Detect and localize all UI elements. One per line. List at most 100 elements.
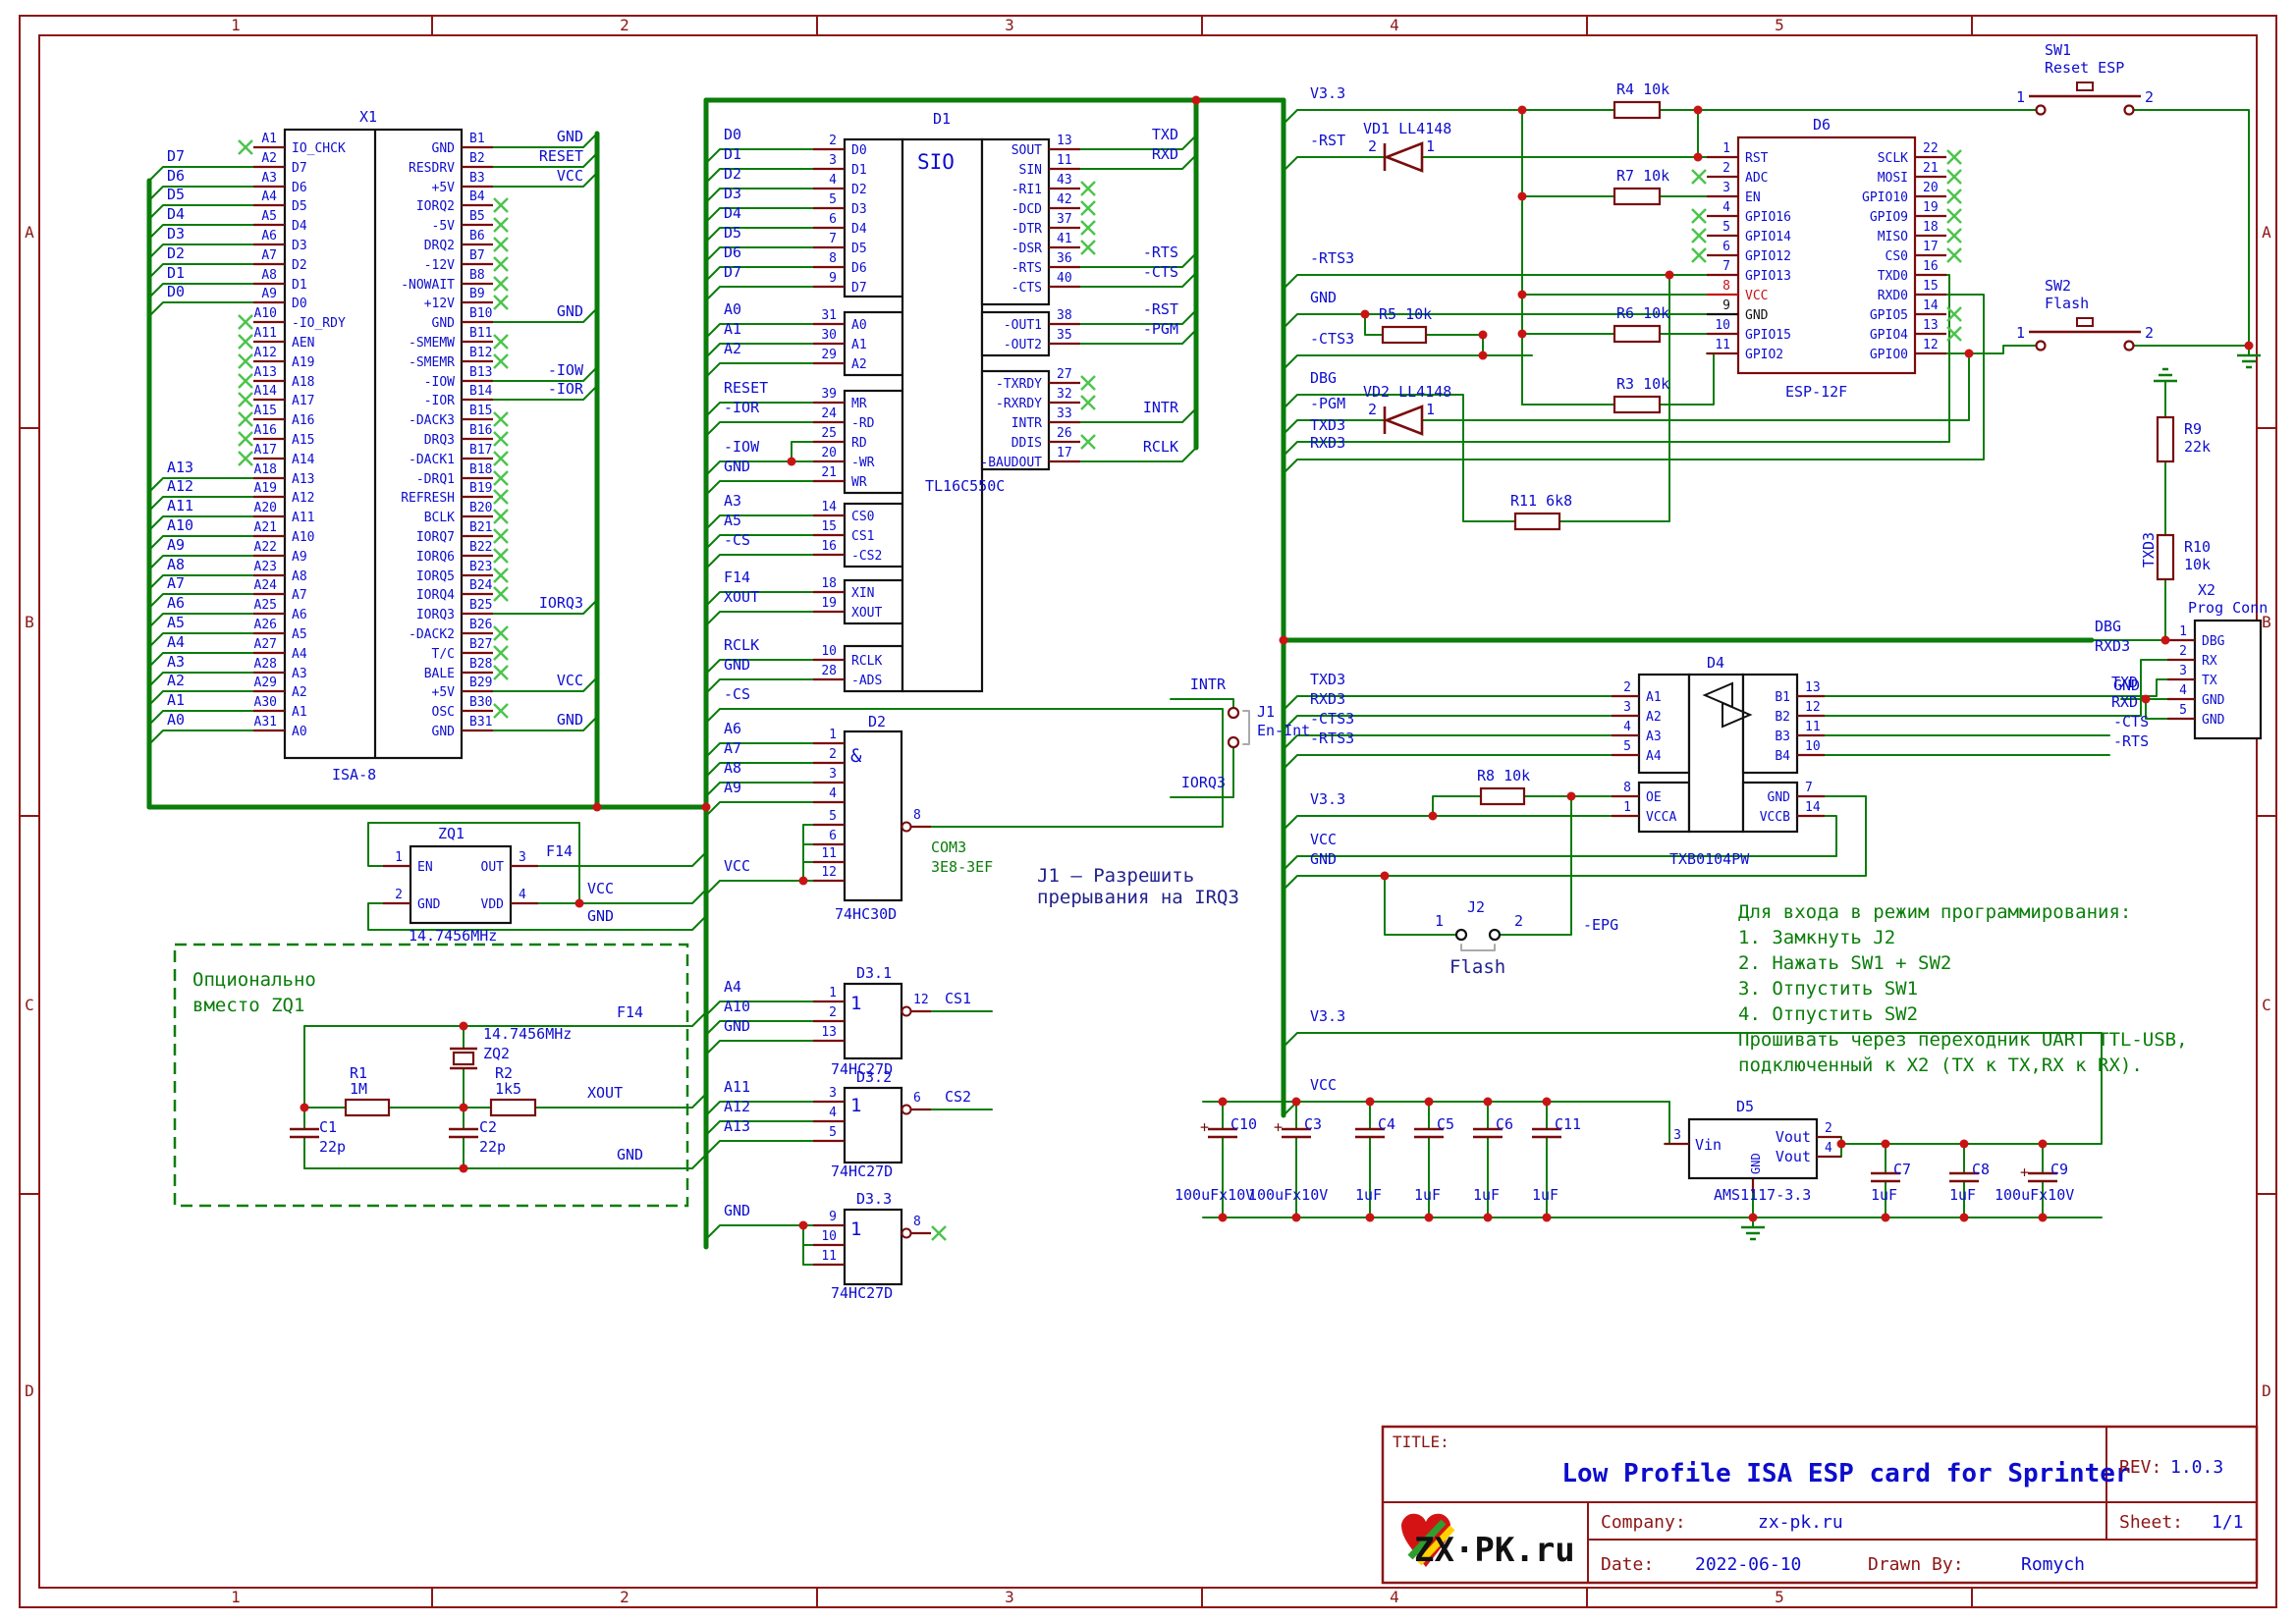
- net-label[interactable]: A4: [724, 978, 741, 996]
- net-label[interactable]: -IOW: [724, 438, 760, 456]
- jumper-j2-flash[interactable]: [1456, 930, 1500, 950]
- net-label[interactable]: D4: [724, 204, 741, 222]
- net-label[interactable]: A8: [724, 759, 741, 777]
- net-label[interactable]: -PGM: [1143, 320, 1178, 338]
- net-label[interactable]: V3.3: [1310, 84, 1345, 102]
- net-label[interactable]: A12: [167, 477, 193, 495]
- net-label[interactable]: D0: [167, 283, 185, 300]
- net-label[interactable]: RXD: [2111, 693, 2138, 711]
- net-label[interactable]: IORQ3: [539, 594, 583, 612]
- net-label[interactable]: VCC: [1310, 831, 1337, 848]
- net-label[interactable]: TXD3: [2140, 532, 2158, 568]
- jumper-j1-en-int[interactable]: [1229, 708, 1249, 747]
- net-label[interactable]: D1: [167, 264, 185, 282]
- cap-c11[interactable]: C111uF: [1532, 1115, 1581, 1204]
- net-label[interactable]: XOUT: [587, 1084, 623, 1102]
- net-label[interactable]: V3.3: [1310, 790, 1345, 808]
- ic-d6-esp12f[interactable]: D6ESP-12F1RST2ADC3EN4GPIO165GPIO146GPIO1…: [1692, 116, 1961, 401]
- net-label[interactable]: GND: [2113, 676, 2140, 694]
- net-label[interactable]: A4: [167, 633, 185, 651]
- net-label[interactable]: 1: [2016, 88, 2025, 106]
- net-label[interactable]: -CTS: [1143, 263, 1178, 281]
- net-label[interactable]: A12: [724, 1098, 750, 1115]
- net-label[interactable]: -RTS: [1143, 243, 1178, 261]
- net-label[interactable]: A2: [167, 672, 185, 689]
- net-label[interactable]: GND: [587, 907, 614, 925]
- net-label[interactable]: RXD3: [1310, 690, 1345, 708]
- cap-c6[interactable]: C61uF: [1473, 1115, 1513, 1204]
- net-label[interactable]: F14: [724, 568, 750, 586]
- cap-c10[interactable]: C10+100uFx10V: [1175, 1115, 1257, 1204]
- net-label[interactable]: -RTS3: [1310, 730, 1354, 747]
- net-label[interactable]: A1: [724, 320, 741, 338]
- net-label[interactable]: A1: [167, 691, 185, 709]
- resistor-r5[interactable]: R5 10k: [1379, 305, 1432, 343]
- net-label[interactable]: D5: [167, 186, 185, 203]
- net-label[interactable]: GND: [724, 1017, 750, 1035]
- net-label[interactable]: DBG: [2095, 618, 2121, 635]
- net-label[interactable]: 1: [2016, 324, 2025, 342]
- net-label[interactable]: RCLK: [1143, 438, 1178, 456]
- net-label[interactable]: -IOR: [548, 380, 584, 398]
- ic-d3-2-74hc27[interactable]: D3.2174HC27D3456: [813, 1068, 931, 1180]
- cap-c2[interactable]: C222p: [449, 1118, 506, 1156]
- net-label[interactable]: 2: [2145, 88, 2154, 106]
- net-label[interactable]: VCC: [557, 672, 583, 689]
- crystal-zq2[interactable]: 14.7456MHzZQ2: [450, 1025, 572, 1068]
- resistor-r11[interactable]: R11 6k8: [1510, 492, 1572, 529]
- net-label[interactable]: GND: [557, 128, 583, 145]
- net-label[interactable]: TXD3: [1310, 416, 1345, 434]
- cap-c4[interactable]: C41uF: [1355, 1115, 1395, 1204]
- net-label[interactable]: VCC: [557, 167, 583, 185]
- net-label[interactable]: 2: [2145, 324, 2154, 342]
- net-label[interactable]: GND: [1310, 850, 1337, 868]
- net-label[interactable]: GND: [1310, 289, 1337, 306]
- net-label[interactable]: GND: [617, 1146, 643, 1163]
- resistor-r3[interactable]: R3 10k: [1614, 375, 1669, 412]
- net-label[interactable]: TXD: [1152, 126, 1178, 143]
- net-label[interactable]: A7: [167, 574, 185, 592]
- net-label[interactable]: A0: [724, 300, 741, 318]
- net-label[interactable]: 2: [1514, 912, 1523, 930]
- ic-x2-prog-conn[interactable]: X2Prog Conn1DBG2RX3TX4GND5GND: [2167, 581, 2268, 738]
- net-label[interactable]: -EPG: [1583, 916, 1618, 934]
- net-label[interactable]: RCLK: [724, 636, 759, 654]
- ic-d4-txb0104[interactable]: D4TXB0104PW2A13A24A35A48OE1VCCA13B112B21…: [1612, 654, 1825, 868]
- resistor-r4[interactable]: R4 10k: [1614, 81, 1669, 118]
- net-label[interactable]: -RTS: [2113, 732, 2149, 750]
- ic-d5-ams1117[interactable]: D5VinVoutVoutAMS1117-3.3GND324: [1665, 1098, 1841, 1204]
- cap-c1[interactable]: C122p: [290, 1118, 346, 1156]
- net-label[interactable]: GND: [557, 302, 583, 320]
- net-label[interactable]: J2: [1467, 898, 1485, 916]
- net-label[interactable]: D4: [167, 205, 185, 223]
- net-label[interactable]: -RST: [1143, 300, 1178, 318]
- net-label[interactable]: GND: [724, 656, 750, 674]
- switch-sw2-flash[interactable]: [2029, 318, 2141, 351]
- net-label[interactable]: CS1: [945, 990, 971, 1007]
- net-label[interactable]: COM3: [931, 839, 966, 856]
- net-label[interactable]: INTR: [1190, 676, 1227, 693]
- ic-x1-isa8[interactable]: X1ISA-8A1IO_CHCKA2D7A3D6A4D5A5D4A6D3A7D2…: [239, 108, 508, 784]
- net-label[interactable]: D3: [724, 185, 741, 202]
- net-label[interactable]: D3: [167, 225, 185, 243]
- ic-d1-tl16c550c[interactable]: D1SIOTL16C550C2D03D14D25D36D47D58D69D731…: [813, 110, 1095, 691]
- net-label[interactable]: D2: [724, 165, 741, 183]
- net-label[interactable]: A3: [167, 653, 185, 671]
- net-label[interactable]: VCC: [1310, 1076, 1337, 1094]
- net-label[interactable]: -RST: [1310, 132, 1345, 149]
- net-label[interactable]: A13: [724, 1117, 750, 1135]
- ic-zq1-oscillator[interactable]: ZQ114.7456MHz1EN2GND3OUT4VDD: [383, 825, 538, 945]
- diode-vd1[interactable]: VD1 LL414821: [1363, 120, 1451, 171]
- net-label[interactable]: J1: [1257, 703, 1275, 721]
- net-label[interactable]: VCC: [724, 857, 750, 875]
- net-label[interactable]: SW1: [2045, 41, 2071, 59]
- net-label[interactable]: A3: [724, 492, 741, 510]
- net-label[interactable]: RXD3: [1310, 434, 1345, 452]
- net-label[interactable]: RXD3: [2095, 637, 2130, 655]
- cap-c8[interactable]: C81uF: [1949, 1161, 1990, 1204]
- net-label[interactable]: D0: [724, 126, 741, 143]
- net-label[interactable]: A11: [724, 1078, 750, 1096]
- resistor-r2[interactable]: R21k5: [491, 1064, 535, 1115]
- cap-c7[interactable]: C71uF: [1871, 1161, 1911, 1204]
- net-label[interactable]: SW2: [2045, 277, 2071, 295]
